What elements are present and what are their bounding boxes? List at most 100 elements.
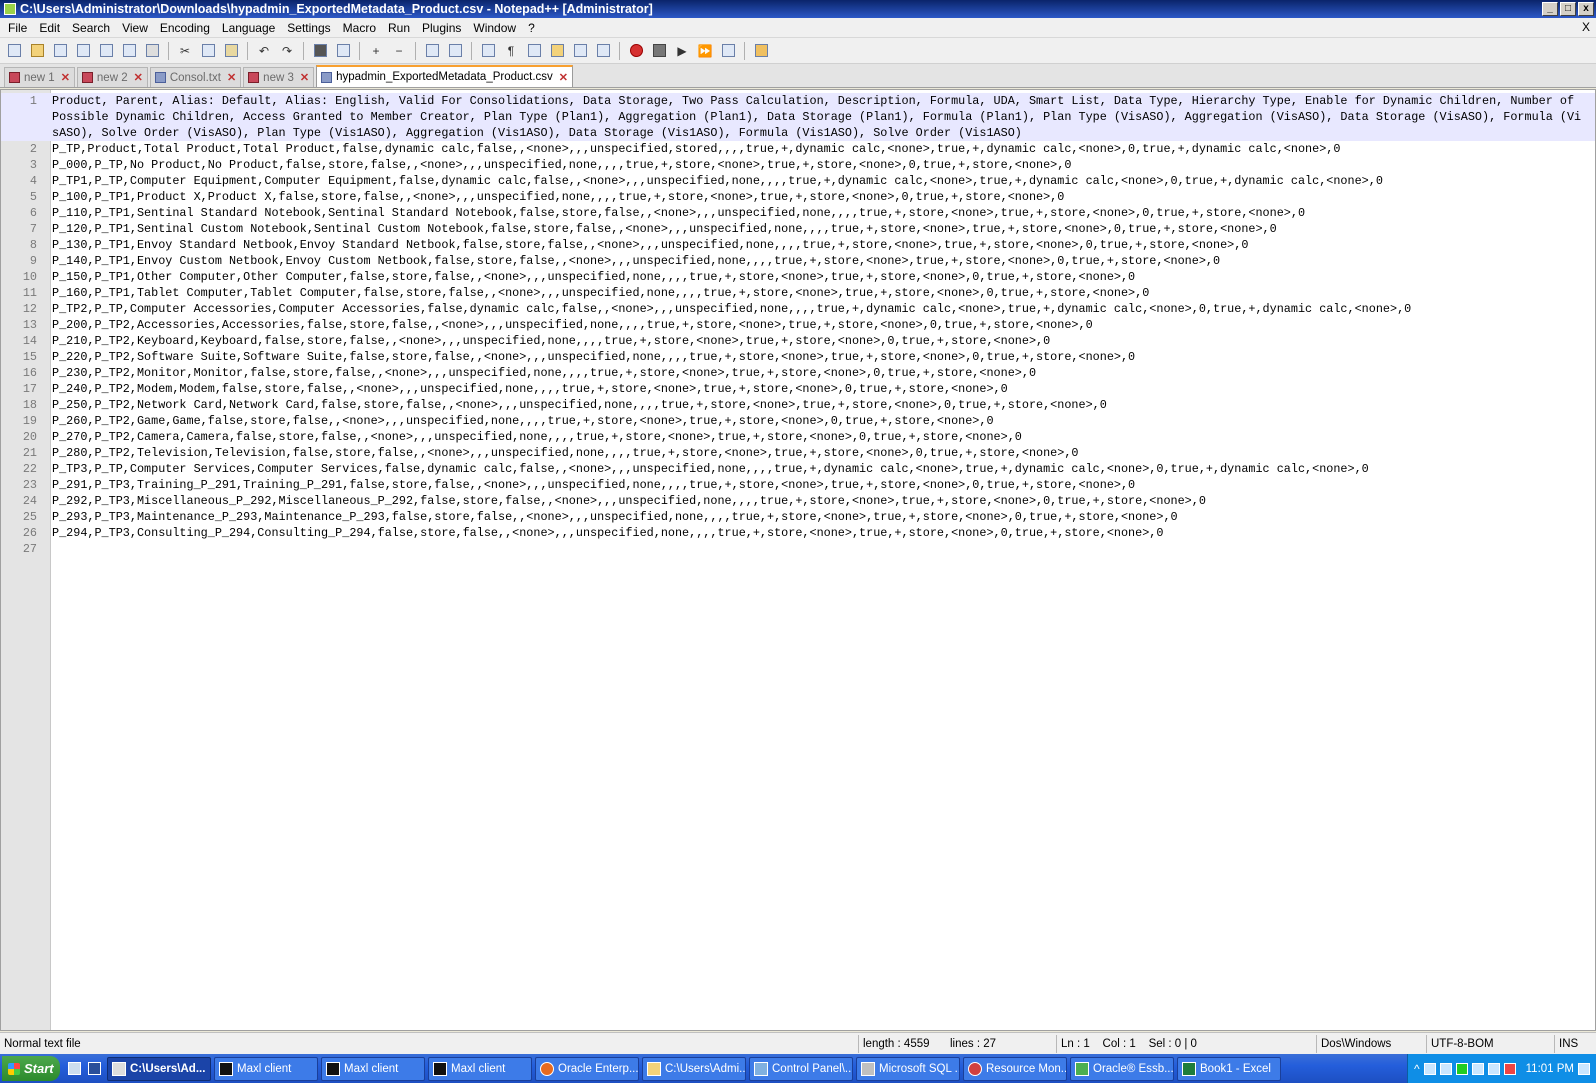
editor-line[interactable]: 9 P_140,P_TP1,Envoy Custom Netbook,Envoy … <box>1 253 1595 269</box>
sync-vertical-icon[interactable] <box>422 41 442 61</box>
line-text[interactable]: P_150,P_TP1,Other Computer,Other Compute… <box>52 269 1584 285</box>
replace-icon[interactable] <box>333 41 353 61</box>
tab-new-1[interactable]: new 1 ✕ <box>4 67 75 87</box>
editor-line[interactable]: 6 P_110,P_TP1,Sentinal Standard Notebook,… <box>1 205 1595 221</box>
editor-line[interactable]: 24 P_292,P_TP3,Miscellaneous_P_292,Miscel… <box>1 493 1595 509</box>
taskbar-item[interactable]: Book1 - Excel <box>1177 1056 1281 1081</box>
tray-flag-icon[interactable] <box>1471 1062 1484 1075</box>
line-text[interactable]: P_130,P_TP1,Envoy Standard Netbook,Envoy… <box>52 237 1584 253</box>
taskbar-item[interactable]: Microsoft SQL ... <box>856 1056 960 1081</box>
editor-line[interactable]: 7 P_120,P_TP1,Sentinal Custom Notebook,Se… <box>1 221 1595 237</box>
editor-line[interactable]: 5 P_100,P_TP1,Product X,Product X,false,s… <box>1 189 1595 205</box>
line-text[interactable]: P_120,P_TP1,Sentinal Custom Notebook,Sen… <box>52 221 1584 237</box>
taskbar-item[interactable]: Oracle Enterp... <box>535 1056 639 1081</box>
line-text[interactable]: P_110,P_TP1,Sentinal Standard Notebook,S… <box>52 205 1584 221</box>
editor-line[interactable]: 3 P_000,P_TP,No Product,No Product,false,… <box>1 157 1595 173</box>
quicklaunch-server-manager-icon[interactable] <box>64 1059 84 1079</box>
line-text[interactable]: P_210,P_TP2,Keyboard,Keyboard,false,stor… <box>52 333 1584 349</box>
tray-monitor-icon[interactable] <box>1487 1062 1500 1075</box>
quicklaunch-powershell-icon[interactable] <box>84 1059 104 1079</box>
zoom-in-icon[interactable]: + <box>366 41 386 61</box>
stop-recording-icon[interactable] <box>649 41 669 61</box>
line-text[interactable]: P_230,P_TP2,Monitor,Monitor,false,store,… <box>52 365 1584 381</box>
close-button[interactable]: x <box>1578 2 1594 16</box>
status-insert-mode[interactable]: INS <box>1554 1034 1594 1053</box>
run-macro-multiple-icon[interactable]: ⏩ <box>695 41 715 61</box>
close-tab-icon[interactable]: ✕ <box>134 71 143 84</box>
editor-area[interactable]: 1 Product, Parent, Alias: Default, Alias:… <box>0 89 1596 1031</box>
save-all-icon[interactable] <box>73 41 93 61</box>
cut-icon[interactable]: ✂ <box>175 41 195 61</box>
find-icon[interactable] <box>310 41 330 61</box>
paste-icon[interactable] <box>221 41 241 61</box>
line-text[interactable]: P_280,P_TP2,Television,Television,false,… <box>52 445 1584 461</box>
status-encoding[interactable]: UTF-8-BOM <box>1426 1034 1554 1053</box>
tray-status-icon[interactable] <box>1455 1062 1468 1075</box>
show-hidden-icons-icon[interactable]: ^ <box>1414 1062 1420 1076</box>
line-text[interactable]: P_260,P_TP2,Game,Game,false,store,false,… <box>52 413 1584 429</box>
menu-settings[interactable]: Settings <box>281 21 336 35</box>
tray-network-icon[interactable] <box>1439 1062 1452 1075</box>
tab-consol-txt[interactable]: Consol.txt ✕ <box>149 67 242 87</box>
line-text[interactable]: P_294,P_TP3,Consulting_P_294,Consulting_… <box>52 525 1584 541</box>
line-text[interactable]: P_200,P_TP2,Accessories,Accessories,fals… <box>52 317 1584 333</box>
taskbar-item[interactable]: C:\Users\Admi... <box>642 1056 746 1081</box>
close-document-button[interactable]: X <box>1582 20 1590 34</box>
line-text[interactable]: P_140,P_TP1,Envoy Custom Netbook,Envoy C… <box>52 253 1584 269</box>
taskbar-item[interactable]: Maxl client <box>321 1056 425 1081</box>
close-tab-icon[interactable]: ✕ <box>300 71 309 84</box>
tray-app-icon[interactable] <box>1423 1062 1436 1075</box>
copy-icon[interactable] <box>198 41 218 61</box>
editor-line[interactable]: 4 P_TP1,P_TP,Computer Equipment,Computer … <box>1 173 1595 189</box>
record-macro-icon[interactable] <box>626 41 646 61</box>
editor-line[interactable]: 10 P_150,P_TP1,Other Computer,Other Compu… <box>1 269 1595 285</box>
save-macro-icon[interactable] <box>718 41 738 61</box>
editor-line[interactable]: 26 P_294,P_TP3,Consulting_P_294,Consultin… <box>1 525 1595 541</box>
editor-line[interactable]: 12 P_TP2,P_TP,Computer Accessories,Comput… <box>1 301 1595 317</box>
tab-new-2[interactable]: new 2 ✕ <box>76 67 148 87</box>
document-map-icon[interactable] <box>570 41 590 61</box>
editor-line[interactable]: 22 P_TP3,P_TP,Computer Services,Computer … <box>1 461 1595 477</box>
editor-line[interactable]: 18 P_250,P_TP2,Network Card,Network Card,… <box>1 397 1595 413</box>
close-file-icon[interactable] <box>96 41 116 61</box>
menu-edit[interactable]: Edit <box>33 21 66 35</box>
status-eol[interactable]: Dos\Windows <box>1316 1034 1426 1053</box>
menu-encoding[interactable]: Encoding <box>154 21 216 35</box>
minimize-button[interactable]: _ <box>1542 2 1558 16</box>
line-text[interactable]: P_TP2,P_TP,Computer Accessories,Computer… <box>52 301 1584 317</box>
start-button[interactable]: Start <box>2 1056 60 1081</box>
close-tab-icon[interactable]: ✕ <box>227 71 236 84</box>
menu-file[interactable]: File <box>2 21 33 35</box>
line-text[interactable]: P_293,P_TP3,Maintenance_P_293,Maintenanc… <box>52 509 1584 525</box>
line-text[interactable]: P_TP1,P_TP,Computer Equipment,Computer E… <box>52 173 1584 189</box>
editor-line[interactable]: 17 P_240,P_TP2,Modem,Modem,false,store,fa… <box>1 381 1595 397</box>
clock[interactable]: 11:01 PM <box>1520 1063 1574 1075</box>
menu-search[interactable]: Search <box>66 21 116 35</box>
line-text[interactable]: P_160,P_TP1,Tablet Computer,Tablet Compu… <box>52 285 1584 301</box>
editor-line[interactable]: 16 P_230,P_TP2,Monitor,Monitor,false,stor… <box>1 365 1595 381</box>
line-text[interactable]: P_250,P_TP2,Network Card,Network Card,fa… <box>52 397 1584 413</box>
menu-view[interactable]: View <box>116 21 154 35</box>
line-text[interactable]: P_270,P_TP2,Camera,Camera,false,store,fa… <box>52 429 1584 445</box>
taskbar-item[interactable]: Control Panel\... <box>749 1056 853 1081</box>
line-text[interactable]: P_240,P_TP2,Modem,Modem,false,store,fals… <box>52 381 1584 397</box>
tab-new-3[interactable]: new 3 ✕ <box>243 67 315 87</box>
plugin-icon[interactable] <box>751 41 771 61</box>
close-tab-icon[interactable]: ✕ <box>61 71 70 84</box>
line-text[interactable]: P_291,P_TP3,Training_P_291,Training_P_29… <box>52 477 1584 493</box>
editor-line[interactable]: 2 P_TP,Product,Total Product,Total Produc… <box>1 141 1595 157</box>
editor-line[interactable]: 13 P_200,P_TP2,Accessories,Accessories,fa… <box>1 317 1595 333</box>
function-list-icon[interactable] <box>593 41 613 61</box>
editor-line[interactable]: 8 P_130,P_TP1,Envoy Standard Netbook,Envo… <box>1 237 1595 253</box>
taskbar-item[interactable]: C:\Users\Ad... <box>107 1056 211 1081</box>
line-text[interactable]: P_100,P_TP1,Product X,Product X,false,st… <box>52 189 1584 205</box>
line-text[interactable]: P_TP3,P_TP,Computer Services,Computer Se… <box>52 461 1584 477</box>
undo-icon[interactable]: ↶ <box>254 41 274 61</box>
menu-macro[interactable]: Macro <box>337 21 382 35</box>
tab-hypadmin-exported-metadata[interactable]: hypadmin_ExportedMetadata_Product.csv ✕ <box>316 65 574 87</box>
taskbar-item[interactable]: Oracle® Essb... <box>1070 1056 1174 1081</box>
sync-horizontal-icon[interactable] <box>445 41 465 61</box>
menu-language[interactable]: Language <box>216 21 281 35</box>
menu-help[interactable]: ? <box>522 21 541 35</box>
editor-line[interactable]: 11 P_160,P_TP1,Tablet Computer,Tablet Com… <box>1 285 1595 301</box>
